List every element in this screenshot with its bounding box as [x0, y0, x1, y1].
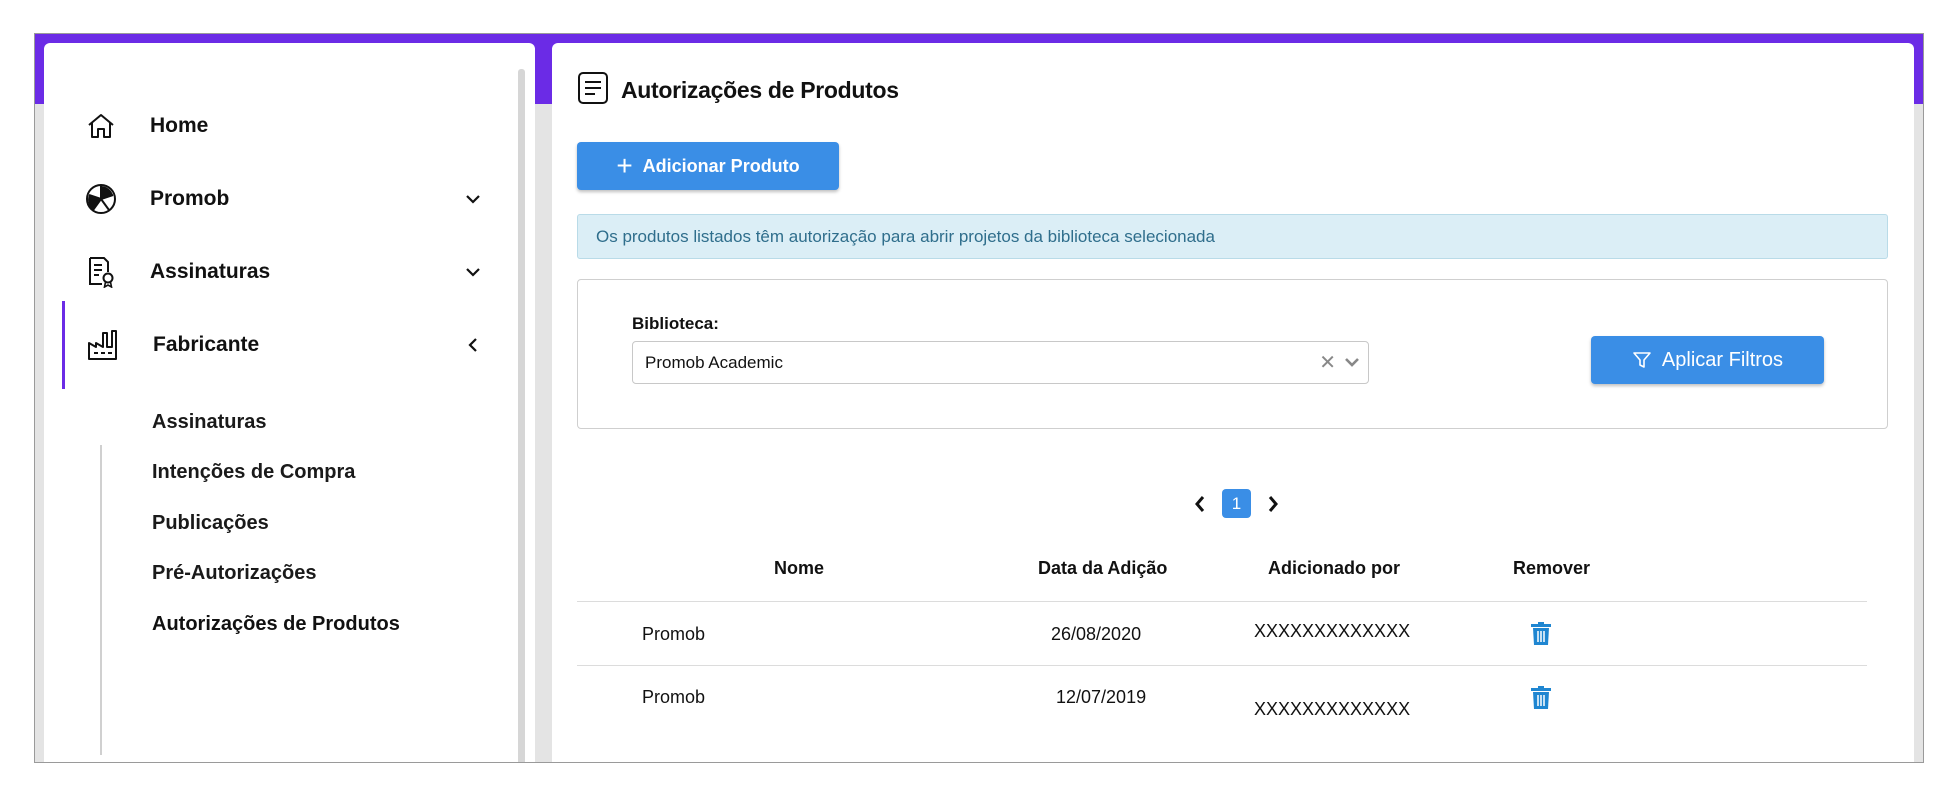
chevron-down-icon[interactable]	[464, 190, 482, 208]
chevron-left-icon[interactable]	[464, 336, 482, 354]
chevron-down-icon[interactable]	[464, 263, 482, 281]
submenu-item-pre-autorizacoes[interactable]: Pré-Autorizações	[152, 562, 317, 585]
sidebar-scrollbar[interactable]	[518, 69, 525, 762]
sidebar: Home Promob Assinaturas Fabricante Assin…	[44, 43, 535, 762]
add-product-button-label: Adicionar Produto	[642, 155, 800, 176]
submenu-item-intencoes-de-compra[interactable]: Intenções de Compra	[152, 461, 355, 484]
clear-icon[interactable]: ✕	[1319, 350, 1336, 375]
filter-icon	[1633, 352, 1651, 368]
promob-logo-icon	[84, 182, 118, 216]
library-filter-label: Biblioteca:	[632, 314, 719, 333]
active-indicator	[62, 301, 65, 389]
document-badge-icon	[84, 255, 118, 289]
cell-data: 12/07/2019	[1056, 687, 1147, 707]
cell-data: 26/08/2020	[1051, 624, 1142, 644]
sidebar-item-label: Promob	[150, 187, 230, 210]
sidebar-item-label: Assinaturas	[150, 260, 271, 283]
chevron-down-icon[interactable]	[1344, 351, 1360, 374]
trash-icon[interactable]	[1530, 686, 1552, 710]
document-list-icon	[577, 71, 609, 110]
trash-icon[interactable]	[1530, 622, 1552, 646]
add-product-button[interactable]: + Adicionar Produto	[577, 142, 839, 190]
factory-icon	[86, 328, 120, 362]
submenu-item-assinaturas[interactable]: Assinaturas	[152, 411, 267, 434]
submenu-item-publicacoes[interactable]: Publicações	[152, 512, 269, 535]
chevron-left-icon[interactable]	[1190, 493, 1210, 515]
sidebar-item-home[interactable]: Home	[44, 91, 514, 161]
library-select-value: Promob Academic	[645, 352, 783, 372]
plus-icon: +	[616, 150, 633, 181]
chevron-right-icon[interactable]	[1263, 493, 1283, 515]
app-frame: Home Promob Assinaturas Fabricante Assin…	[34, 33, 1924, 763]
library-select[interactable]: Promob Academic ✕	[632, 341, 1369, 384]
main-panel: Autorizações de Produtos + Adicionar Pro…	[552, 43, 1914, 762]
filter-panel: Biblioteca: Promob Academic ✕ Aplicar Fi…	[577, 279, 1888, 429]
page-number-button[interactable]: 1	[1222, 489, 1251, 518]
submenu-guide-line	[100, 445, 102, 755]
column-header-remover: Remover	[1513, 558, 1591, 578]
apply-filters-button-label: Aplicar Filtros	[1661, 348, 1784, 371]
sidebar-item-label: Fabricante	[153, 333, 260, 356]
cell-nome: Promob	[642, 687, 706, 707]
info-alert: Os produtos listados têm autorização par…	[577, 214, 1888, 259]
column-header-nome: Nome	[774, 558, 825, 578]
pagination: 1	[1190, 489, 1283, 518]
column-header-adicionado-por: Adicionado por	[1268, 558, 1400, 578]
apply-filters-button[interactable]: Aplicar Filtros	[1591, 336, 1824, 384]
sidebar-item-fabricante[interactable]: Fabricante	[44, 301, 514, 389]
page-header: Autorizações de Produtos	[577, 71, 899, 110]
home-icon	[84, 109, 118, 143]
cell-nome: Promob	[642, 624, 706, 644]
cell-adicionado-por: XXXXXXXXXXXXX	[1254, 699, 1411, 719]
sidebar-item-assinaturas[interactable]: Assinaturas	[44, 237, 514, 307]
submenu-item-autorizacoes-de-produtos[interactable]: Autorizações de Produtos	[152, 613, 400, 636]
page-title: Autorizações de Produtos	[621, 77, 899, 103]
table-row: Promob 12/07/2019 XXXXXXXXXXXXX	[577, 665, 1867, 730]
info-alert-text: Os produtos listados têm autorização par…	[596, 226, 1215, 246]
sidebar-item-promob[interactable]: Promob	[44, 164, 514, 234]
table-row: Promob 26/08/2020 XXXXXXXXXXXXX	[577, 601, 1867, 666]
sidebar-item-label: Home	[150, 114, 209, 137]
cell-adicionado-por: XXXXXXXXXXXXX	[1254, 621, 1411, 641]
column-header-data: Data da Adição	[1038, 558, 1168, 578]
